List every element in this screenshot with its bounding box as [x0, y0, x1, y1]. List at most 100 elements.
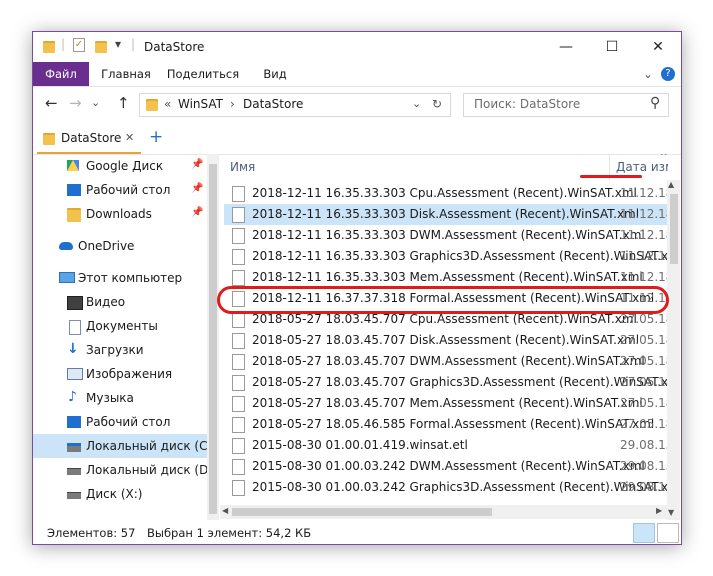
sidebar-item-drive-d[interactable]: Локальный диск (D:)	[33, 458, 207, 482]
maximize-button[interactable]: ☐	[589, 32, 635, 62]
breadcrumb-winsat[interactable]: WinSAT	[178, 97, 223, 111]
folder-icon	[146, 99, 158, 111]
close-tab-icon[interactable]: ✕	[125, 131, 134, 144]
file-name: 2018-12-11 16.35.33.303 DWM.Assessment (…	[252, 228, 645, 242]
properties-icon[interactable]: ✓	[73, 38, 85, 52]
sidebar-item-drive-x[interactable]: Диск (X:)	[33, 482, 207, 506]
file-row[interactable]: 2018-05-27 18.03.45.707 DWM.Assessment (…	[224, 351, 668, 372]
new-folder-icon[interactable]	[95, 41, 107, 53]
sidebar-item-desktop-pinned[interactable]: Рабочий стол 📌	[33, 178, 207, 202]
file-date: 29.08.15	[620, 459, 668, 473]
file-name: 2018-12-11 16.35.33.303 Mem.Assessment (…	[252, 270, 643, 284]
up-icon[interactable]: ↑	[117, 94, 130, 112]
sidebar-item-this-pc[interactable]: Этот компьютер	[33, 266, 207, 290]
details-view-icon[interactable]	[633, 523, 655, 543]
toolbar-separator: |	[61, 37, 66, 51]
search-icon[interactable]: ⚲	[650, 95, 660, 111]
tab-file[interactable]: Файл	[33, 62, 89, 86]
large-icons-view-icon[interactable]	[657, 523, 679, 543]
sidebar-item-label: Рабочий стол	[86, 415, 171, 429]
sidebar-item-onedrive[interactable]: OneDrive	[33, 234, 207, 258]
sidebar-item-drive-c[interactable]: Локальный диск (C:)	[33, 434, 207, 458]
sidebar-item-google-drive[interactable]: Google Диск 📌	[33, 154, 207, 178]
recent-locations-icon[interactable]: ⌄	[91, 96, 100, 109]
ribbon-expand-icon[interactable]: ⌄	[641, 62, 655, 86]
file-icon	[232, 459, 245, 475]
sidebar-item-label: Локальный диск (D:)	[86, 463, 207, 477]
file-row[interactable]: 2015-08-30 01.00.03.242 DWM.Assessment (…	[224, 456, 668, 477]
status-bar: Элементов: 57 Выбран 1 элемент: 54,2 КБ	[33, 520, 681, 544]
file-row[interactable]: 2018-12-11 16.35.33.303 Graphics3D.Asses…	[224, 246, 668, 267]
scrollbar-thumb[interactable]	[670, 194, 678, 264]
scroll-up-icon[interactable]: ▲	[668, 180, 674, 189]
onedrive-icon	[59, 242, 73, 250]
file-row[interactable]: 2018-05-27 18.05.46.585 Formal.Assessmen…	[224, 414, 668, 435]
tab-home[interactable]: Главная	[95, 62, 157, 86]
file-date: 27.05.18	[620, 312, 668, 326]
file-list-scrollbar[interactable]: ▲ ▼	[667, 180, 680, 520]
file-name: 2018-05-27 18.03.45.707 Cpu.Assessment (…	[252, 312, 637, 326]
column-header-name[interactable]: Имя	[230, 160, 255, 174]
sidebar-item-pictures[interactable]: Изображения	[33, 362, 207, 386]
folder-icon	[43, 133, 55, 145]
computer-icon	[59, 272, 75, 283]
scroll-down-icon[interactable]: ▼	[668, 508, 674, 517]
file-date: 27.05.18	[620, 417, 668, 431]
sidebar-item-documents[interactable]: Документы	[33, 314, 207, 338]
sidebar-item-downloads-pinned[interactable]: Downloads 📌	[33, 202, 207, 226]
tab-label: DataStore	[61, 131, 122, 145]
file-row[interactable]: 2018-05-27 18.03.45.707 Disk.Assessment …	[224, 330, 668, 351]
file-row[interactable]: 2018-05-27 18.03.45.707 Graphics3D.Asses…	[224, 372, 668, 393]
close-button[interactable]: ✕	[635, 32, 681, 62]
refresh-icon[interactable]: ↻	[432, 97, 442, 111]
add-tab-icon[interactable]: +	[149, 127, 163, 147]
file-row[interactable]: 2015-08-30 01.00.01.419.winsat.etl 29.08.…	[224, 435, 668, 456]
back-icon[interactable]: ←	[45, 94, 58, 112]
pin-icon[interactable]: 📌	[191, 183, 203, 194]
file-row[interactable]: 2015-08-30 01.00.03.242 Graphics3D.Asses…	[224, 477, 668, 498]
customize-quick-access-icon[interactable]: ▾	[115, 37, 121, 53]
scroll-left-icon[interactable]: ◀	[222, 506, 228, 515]
breadcrumb-overflow-icon[interactable]: «	[164, 97, 171, 111]
minimize-button[interactable]: —	[543, 32, 589, 62]
column-header-date[interactable]: Дата изм	[616, 160, 668, 174]
folder-tab-bar: DataStore ✕ +	[33, 124, 681, 155]
scroll-right-icon[interactable]: ▶	[656, 506, 662, 515]
sidebar-item-desktop[interactable]: Рабочий стол	[33, 410, 207, 434]
file-name: 2018-05-27 18.03.45.707 DWM.Assessment (…	[252, 354, 645, 368]
scrollbar-thumb[interactable]	[209, 164, 217, 514]
pin-icon[interactable]: 📌	[191, 159, 203, 170]
file-row[interactable]: 2018-12-11 16.35.33.303 Mem.Assessment (…	[224, 267, 668, 288]
video-icon	[67, 296, 83, 310]
help-icon[interactable]: ?	[661, 67, 675, 81]
file-row[interactable]: 2018-12-11 16.35.33.303 Cpu.Assessment (…	[224, 183, 668, 204]
search-input[interactable]: Поиск: DataStore ⚲	[463, 93, 669, 117]
file-icon	[232, 417, 245, 433]
tab-datastore[interactable]: DataStore ✕	[37, 126, 141, 154]
file-row[interactable]: 2018-12-11 16.35.33.303 Disk.Assessment …	[224, 204, 668, 225]
tab-view[interactable]: Вид	[253, 62, 297, 86]
scrollbar-thumb[interactable]	[232, 508, 492, 516]
file-icon	[232, 333, 245, 349]
breadcrumb-datastore[interactable]: DataStore	[243, 97, 303, 111]
file-row[interactable]: 2018-05-27 18.03.45.707 Mem.Assessment (…	[224, 393, 668, 414]
file-date: 29.08.15	[620, 438, 668, 452]
file-icon	[232, 354, 245, 370]
horizontal-scrollbar[interactable]: ◀ ▶	[220, 505, 667, 519]
sidebar-item-music[interactable]: ♪ Музыка	[33, 386, 207, 410]
address-dropdown-icon[interactable]: ⌄	[412, 97, 421, 110]
pictures-icon	[67, 368, 83, 380]
sidebar-item-label: OneDrive	[78, 239, 135, 253]
address-bar[interactable]: « WinSAT › DataStore ⌄ ↻	[139, 93, 451, 117]
forward-icon[interactable]: →	[69, 94, 82, 112]
documents-icon	[69, 320, 81, 335]
sidebar-item-downloads[interactable]: ↓ Загрузки	[33, 338, 207, 362]
file-icon	[232, 312, 245, 328]
file-date: 29.08.15	[620, 480, 668, 494]
file-row[interactable]: 2018-12-11 16.35.33.303 DWM.Assessment (…	[224, 225, 668, 246]
sidebar-item-label: Downloads	[86, 207, 152, 221]
pin-icon[interactable]: 📌	[191, 207, 203, 218]
tab-share[interactable]: Поделиться	[163, 62, 243, 86]
sidebar-item-video[interactable]: Видео	[33, 290, 207, 314]
sidebar-scrollbar[interactable]	[207, 154, 219, 520]
